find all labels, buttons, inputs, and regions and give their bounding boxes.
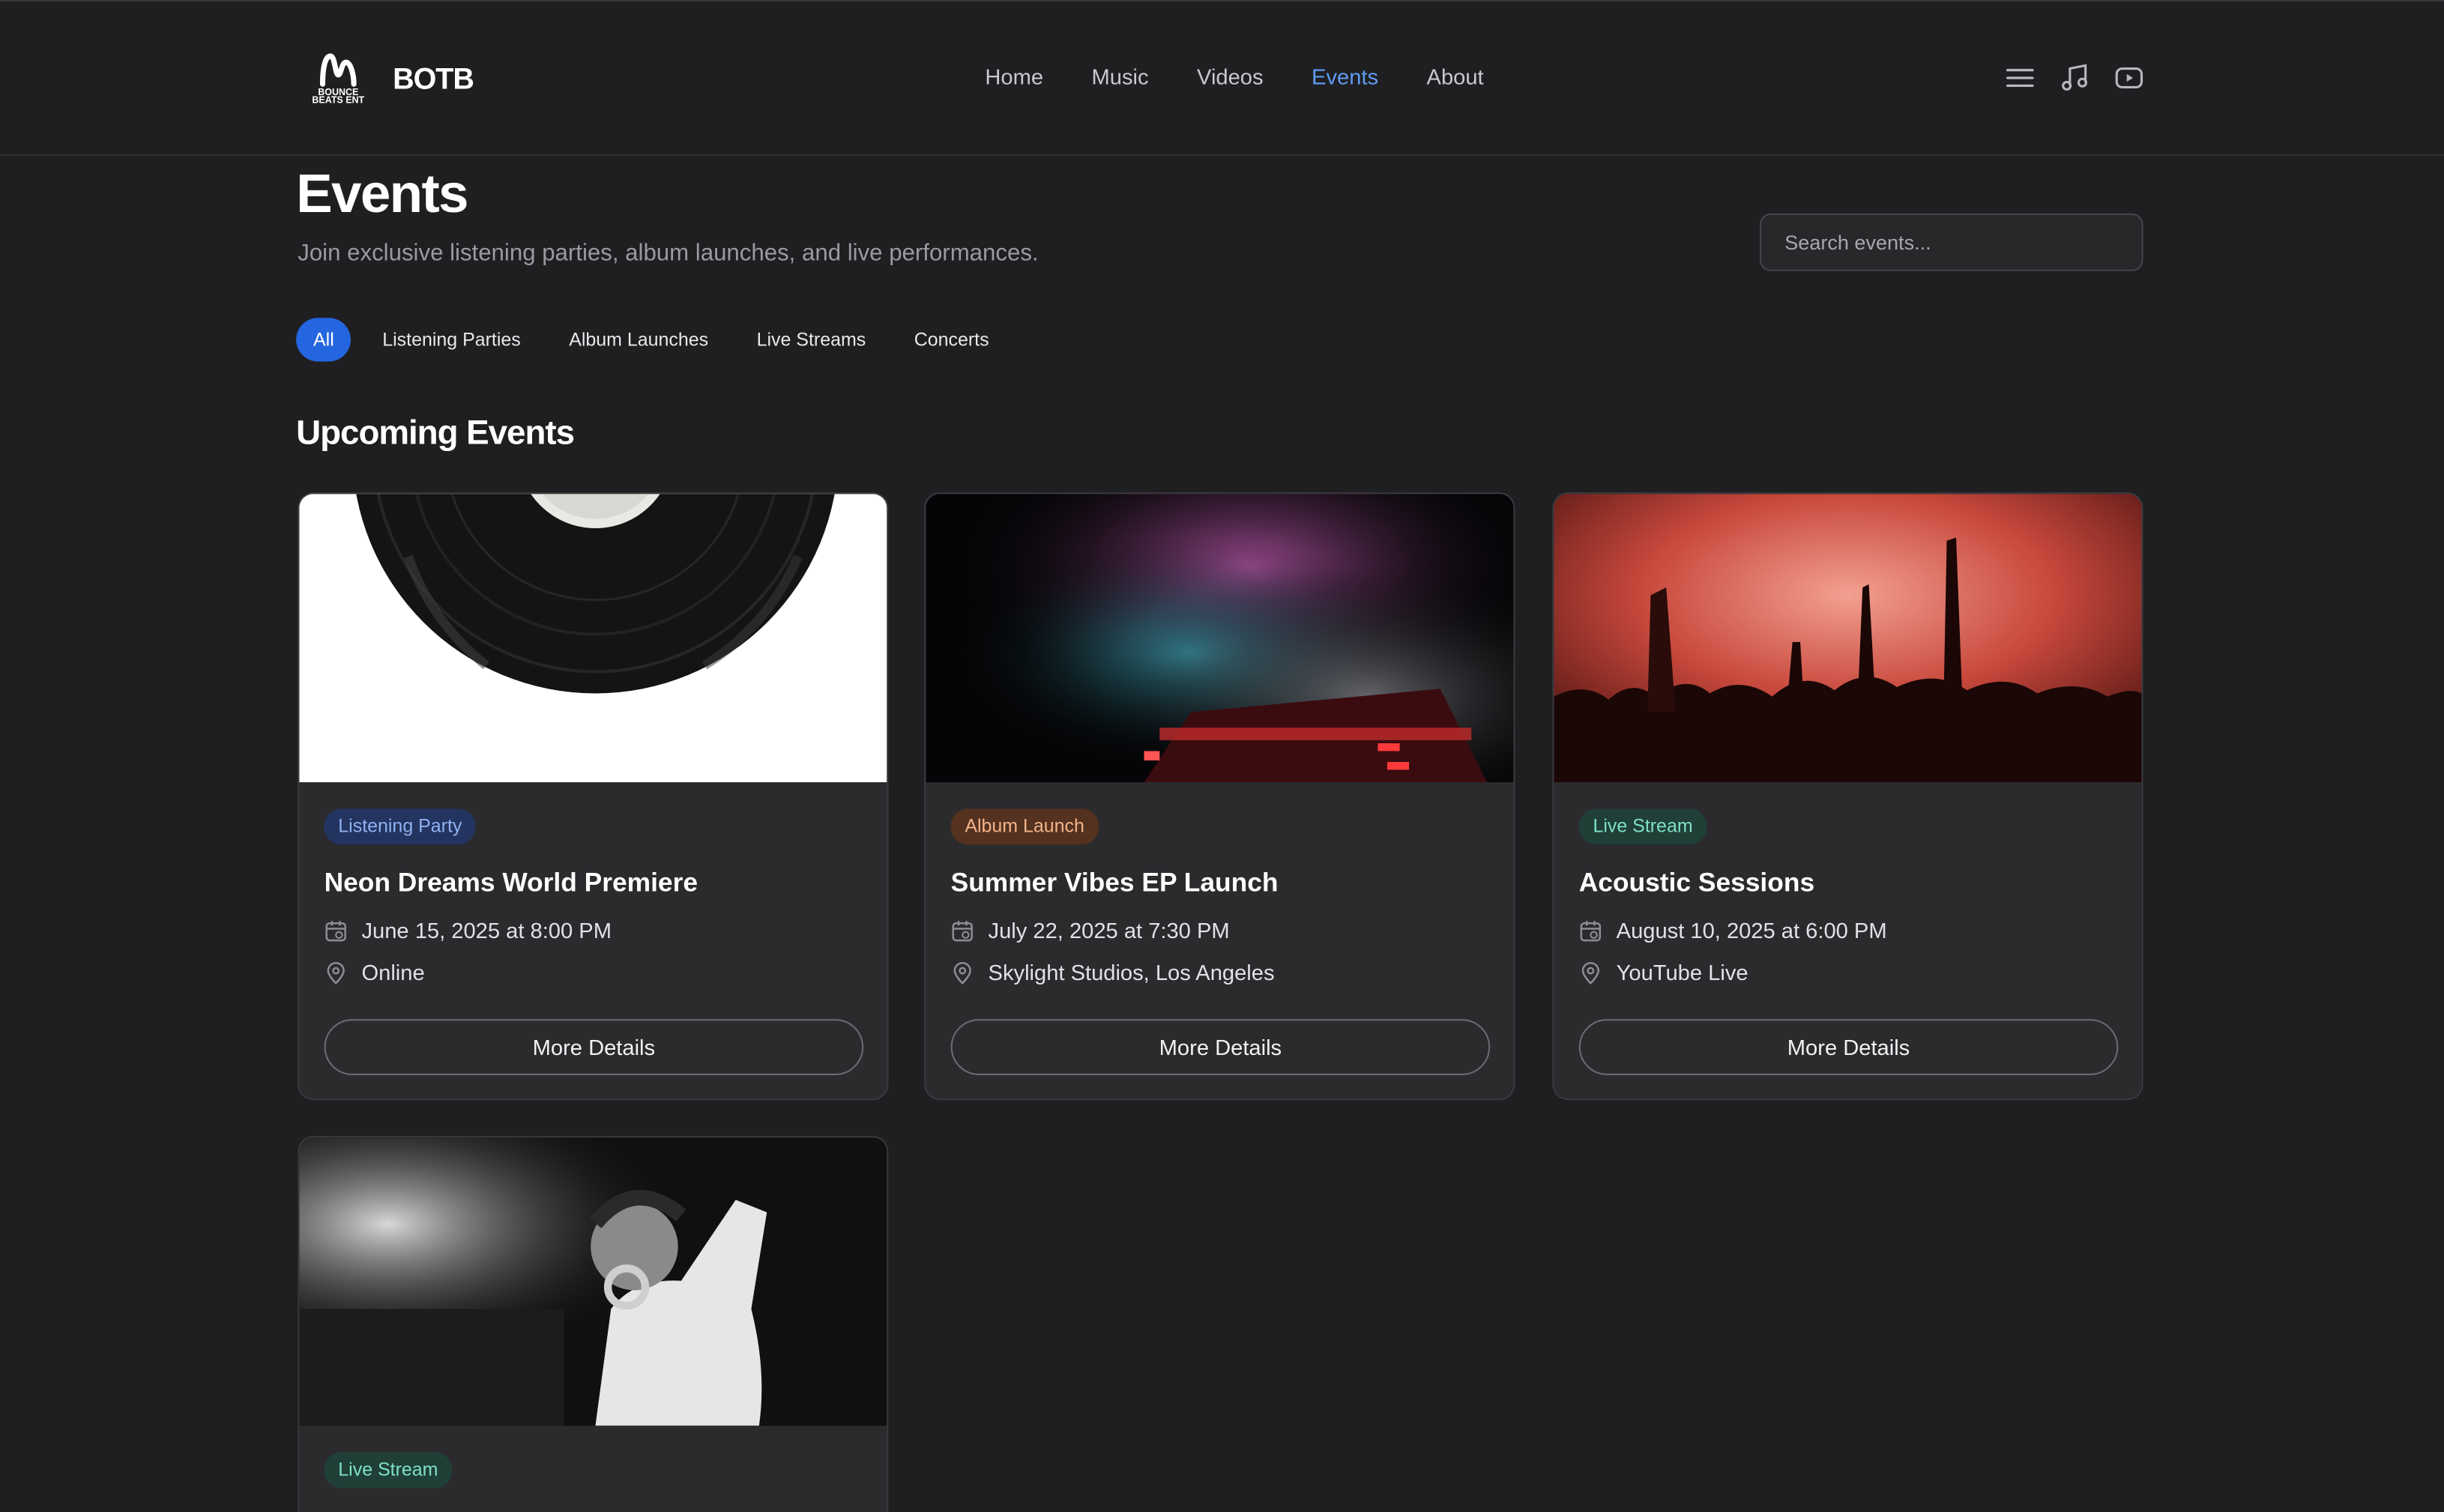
event-card-body: Live Stream Acoustic Sessions August 10,…	[1578, 808, 2116, 985]
event-card-body: Album Launch Summer Vibes EP Launch July…	[950, 808, 1488, 985]
event-date-row: August 10, 2025 at 6:00 PM	[1579, 917, 2116, 943]
nav-about[interactable]: About	[1427, 64, 1484, 88]
location-pin-icon	[953, 961, 971, 985]
header-icons	[2006, 64, 2170, 91]
main-nav: Home Music Videos Events About	[985, 64, 1532, 88]
event-card[interactable]: Listening Party Neon Dreams World Premie…	[298, 492, 889, 1101]
brand-logo-mark	[319, 53, 357, 87]
event-title: Summer Vibes EP Launch	[950, 868, 1279, 898]
top-navbar: BOUNCE BEATS ENT BOTB Home Music Videos …	[0, 0, 2444, 156]
calendar-icon	[1580, 920, 1602, 941]
event-badge: Album Launch	[950, 808, 1099, 845]
event-location: Online	[361, 960, 425, 985]
filter-chip-concerts[interactable]: Concerts	[897, 318, 1007, 361]
concert-crowd-image	[1554, 494, 2142, 783]
location-pin-icon	[1581, 961, 1599, 985]
section-title: Upcoming Events	[296, 413, 575, 453]
more-details-button[interactable]: More Details	[1578, 1019, 2119, 1075]
event-location: Skylight Studios, Los Angeles	[988, 960, 1275, 985]
brand-name: BOTB	[393, 64, 474, 97]
location-pin-icon	[327, 961, 345, 985]
event-badge: Live Stream	[324, 1452, 453, 1489]
search-input[interactable]	[1759, 213, 2143, 271]
event-date-row: June 15, 2025 at 8:00 PM	[325, 917, 862, 943]
brand[interactable]: BOUNCE BEATS ENT BOTB	[307, 53, 474, 109]
nav-videos[interactable]: Videos	[1197, 64, 1264, 88]
music-note-icon[interactable]	[2060, 64, 2088, 91]
filter-chip-live-streams[interactable]: Live Streams	[740, 318, 883, 361]
dj-performer-image	[299, 1137, 887, 1426]
event-location-row: YouTube Live	[1579, 960, 2116, 985]
event-card[interactable]: Album Launch Summer Vibes EP Launch July…	[924, 492, 1515, 1101]
event-location-row: Skylight Studios, Los Angeles	[951, 960, 1488, 985]
event-title: Neon Dreams World Premiere	[324, 868, 698, 898]
event-title: Acoustic Sessions	[1578, 868, 1815, 898]
nav-events[interactable]: Events	[1312, 64, 1378, 88]
filter-bar: All Listening Parties Album Launches Liv…	[296, 318, 1020, 362]
filter-chip-album-launches[interactable]: Album Launches	[552, 318, 725, 361]
event-date-row: July 22, 2025 at 7:30 PM	[951, 917, 1488, 943]
nav-home[interactable]: Home	[985, 64, 1043, 88]
event-date: July 22, 2025 at 7:30 PM	[988, 917, 1230, 943]
page-title: Events	[296, 163, 468, 225]
event-badge: Live Stream	[1578, 808, 1707, 845]
event-badge: Listening Party	[324, 808, 477, 845]
event-card-body: Live Stream	[324, 1452, 862, 1489]
filter-chip-all[interactable]: All	[296, 318, 351, 362]
event-date: June 15, 2025 at 8:00 PM	[361, 917, 612, 943]
youtube-play-icon[interactable]	[2115, 64, 2143, 91]
calendar-icon	[325, 920, 346, 941]
app-viewport: BOUNCE BEATS ENT BOTB Home Music Videos …	[0, 0, 2444, 1512]
more-details-button[interactable]: More Details	[950, 1019, 1491, 1075]
brand-logo-text: BOUNCE BEATS ENT	[312, 88, 365, 106]
vinyl-record-image	[299, 494, 887, 783]
more-details-button[interactable]: More Details	[324, 1019, 864, 1075]
event-card[interactable]: Live Stream	[298, 1136, 889, 1512]
menu-icon[interactable]	[2006, 64, 2034, 91]
event-date: August 10, 2025 at 6:00 PM	[1616, 917, 1887, 943]
filter-chip-listening-parties[interactable]: Listening Parties	[365, 318, 537, 361]
event-card-body: Listening Party Neon Dreams World Premie…	[324, 808, 862, 985]
nav-music[interactable]: Music	[1092, 64, 1149, 88]
event-location: YouTube Live	[1616, 960, 1748, 985]
brand-logo: BOUNCE BEATS ENT	[307, 53, 369, 109]
event-location-row: Online	[325, 960, 862, 985]
calendar-icon	[952, 920, 973, 941]
page-subtitle: Join exclusive listening parties, album …	[298, 240, 1039, 267]
event-card[interactable]: Live Stream Acoustic Sessions August 10,…	[1552, 492, 2143, 1101]
fireworks-stage-image	[926, 494, 1514, 783]
